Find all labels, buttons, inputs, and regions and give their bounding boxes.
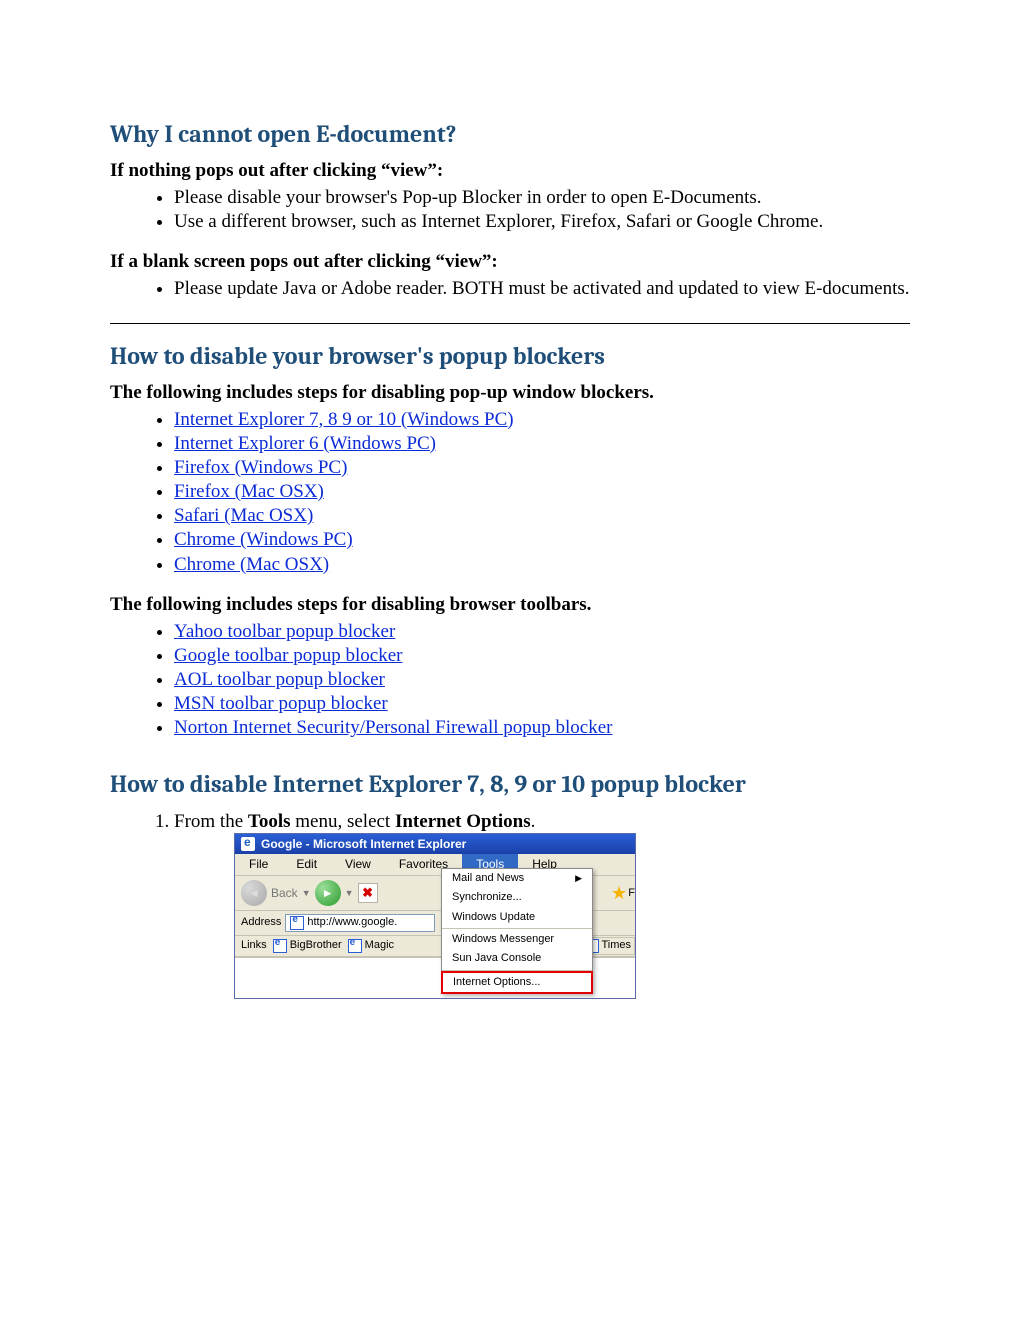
- ie-titlebar: Google - Microsoft Internet Explorer: [235, 834, 635, 855]
- subheading-blank-screen: If a blank screen pops out after clickin…: [110, 251, 910, 273]
- favorites-star-icon[interactable]: ★F: [611, 884, 629, 902]
- link-ie-7-10[interactable]: Internet Explorer 7, 8 9 or 10 (Windows …: [174, 409, 514, 430]
- page-icon: [290, 916, 304, 930]
- favorites-label: F: [628, 884, 635, 902]
- ie-title-text: Google - Microsoft Internet Explorer: [261, 837, 466, 852]
- list-item: Norton Internet Security/Personal Firewa…: [174, 716, 910, 739]
- list-item: MSN toolbar popup blocker: [174, 692, 910, 715]
- section-divider: [110, 323, 910, 324]
- menu-item-label: Synchronize...: [452, 891, 522, 904]
- stop-button[interactable]: ✖: [358, 883, 378, 903]
- back-label: Back: [271, 886, 298, 901]
- link-text: Magic: [365, 939, 394, 952]
- heading-why-cannot-open: Why I cannot open E-document?: [110, 120, 910, 148]
- ie-logo-icon: [241, 837, 255, 851]
- step-text: menu, select: [291, 811, 395, 832]
- menu-item-windows-update[interactable]: Windows Update: [442, 908, 592, 927]
- list-item: AOL toolbar popup blocker: [174, 668, 910, 691]
- address-url: http://www.google.: [307, 916, 397, 929]
- step-item: From the Tools menu, select Internet Opt…: [174, 810, 910, 999]
- menu-item-internet-options[interactable]: Internet Options...: [441, 971, 593, 994]
- list-item: Use a different browser, such as Interne…: [174, 210, 910, 233]
- list-item: Chrome (Windows PC): [174, 528, 910, 551]
- menu-file[interactable]: File: [235, 854, 282, 875]
- link-msn-toolbar[interactable]: MSN toolbar popup blocker: [174, 693, 388, 714]
- menu-separator: [442, 928, 592, 929]
- link-firefox-mac[interactable]: Firefox (Mac OSX): [174, 481, 324, 502]
- menu-item-mail-news[interactable]: Mail and News ▶: [442, 869, 592, 888]
- menu-item-synchronize[interactable]: Synchronize...: [442, 888, 592, 907]
- link-text: BigBrother: [290, 939, 342, 952]
- step-bold-tools: Tools: [248, 811, 291, 832]
- menu-item-label: Internet Options...: [453, 976, 540, 989]
- link-safari-mac[interactable]: Safari (Mac OSX): [174, 505, 313, 526]
- list-browser-links: Internet Explorer 7, 8 9 or 10 (Windows …: [110, 408, 910, 576]
- subheading-nothing-pops: If nothing pops out after clicking “view…: [110, 160, 910, 182]
- list-item: Chrome (Mac OSX): [174, 553, 910, 576]
- menu-item-label: Windows Messenger: [452, 933, 554, 946]
- address-label: Address: [241, 916, 281, 929]
- list-item: Safari (Mac OSX): [174, 504, 910, 527]
- tools-dropdown-menu: Mail and News ▶ Synchronize... Windows U…: [441, 868, 593, 994]
- menu-item-label: Mail and News: [452, 872, 524, 885]
- list-blank-screen: Please update Java or Adobe reader. BOTH…: [110, 277, 910, 300]
- back-button[interactable]: ◄: [241, 880, 267, 906]
- list-item: Yahoo toolbar popup blocker: [174, 620, 910, 643]
- list-item: Internet Explorer 7, 8 9 or 10 (Windows …: [174, 408, 910, 431]
- link-chrome-win[interactable]: Chrome (Windows PC): [174, 529, 353, 550]
- x-icon: ✖: [362, 885, 373, 901]
- subheading-disable-toolbars: The following includes steps for disabli…: [110, 594, 910, 616]
- list-item: Google toolbar popup blocker: [174, 644, 910, 667]
- submenu-arrow-icon: ▶: [575, 873, 582, 884]
- heading-disable-popup-blockers: How to disable your browser's popup bloc…: [110, 342, 910, 370]
- page-icon: [348, 939, 362, 953]
- menu-edit[interactable]: Edit: [282, 854, 331, 875]
- menu-item-label: Sun Java Console: [452, 952, 541, 965]
- links-label: Links: [241, 939, 267, 952]
- link-firefox-win[interactable]: Firefox (Windows PC): [174, 457, 347, 478]
- link-norton[interactable]: Norton Internet Security/Personal Firewa…: [174, 717, 612, 738]
- link-yahoo-toolbar[interactable]: Yahoo toolbar popup blocker: [174, 621, 395, 642]
- link-bigbrother[interactable]: BigBrother: [273, 939, 342, 953]
- link-ie-6[interactable]: Internet Explorer 6 (Windows PC): [174, 433, 436, 454]
- link-google-toolbar[interactable]: Google toolbar popup blocker: [174, 645, 402, 666]
- list-toolbar-links: Yahoo toolbar popup blocker Google toolb…: [110, 620, 910, 740]
- link-text: Times: [601, 939, 631, 952]
- forward-button[interactable]: ►: [315, 880, 341, 906]
- list-item: Please update Java or Adobe reader. BOTH…: [174, 277, 910, 300]
- menu-item-label: Windows Update: [452, 911, 535, 924]
- forward-dropdown-icon[interactable]: ▼: [345, 888, 354, 899]
- page-icon: [273, 939, 287, 953]
- step-bold-internet-options: Internet Options: [395, 811, 531, 832]
- back-dropdown-icon[interactable]: ▼: [302, 888, 311, 899]
- address-input[interactable]: http://www.google.: [285, 914, 435, 932]
- heading-disable-ie-popup: How to disable Internet Explorer 7, 8, 9…: [110, 770, 910, 798]
- subheading-disable-popups: The following includes steps for disabli…: [110, 382, 910, 404]
- link-chrome-mac[interactable]: Chrome (Mac OSX): [174, 554, 329, 575]
- menu-item-windows-messenger[interactable]: Windows Messenger: [442, 930, 592, 949]
- list-item: Firefox (Mac OSX): [174, 480, 910, 503]
- list-item: Internet Explorer 6 (Windows PC): [174, 432, 910, 455]
- list-item: Please disable your browser's Pop-up Blo…: [174, 186, 910, 209]
- menu-view[interactable]: View: [331, 854, 385, 875]
- step-text: From the: [174, 811, 248, 832]
- steps-ie: From the Tools menu, select Internet Opt…: [110, 810, 910, 999]
- list-nothing-pops: Please disable your browser's Pop-up Blo…: [110, 186, 910, 233]
- menu-item-sun-java[interactable]: Sun Java Console: [442, 949, 592, 968]
- link-aol-toolbar[interactable]: AOL toolbar popup blocker: [174, 669, 385, 690]
- ie-screenshot: Google - Microsoft Internet Explorer Fil…: [234, 833, 636, 999]
- arrow-left-icon: ◄: [248, 886, 260, 901]
- arrow-right-icon: ►: [322, 886, 334, 901]
- list-item: Firefox (Windows PC): [174, 456, 910, 479]
- link-magic[interactable]: Magic: [348, 939, 394, 953]
- step-text: .: [531, 811, 536, 832]
